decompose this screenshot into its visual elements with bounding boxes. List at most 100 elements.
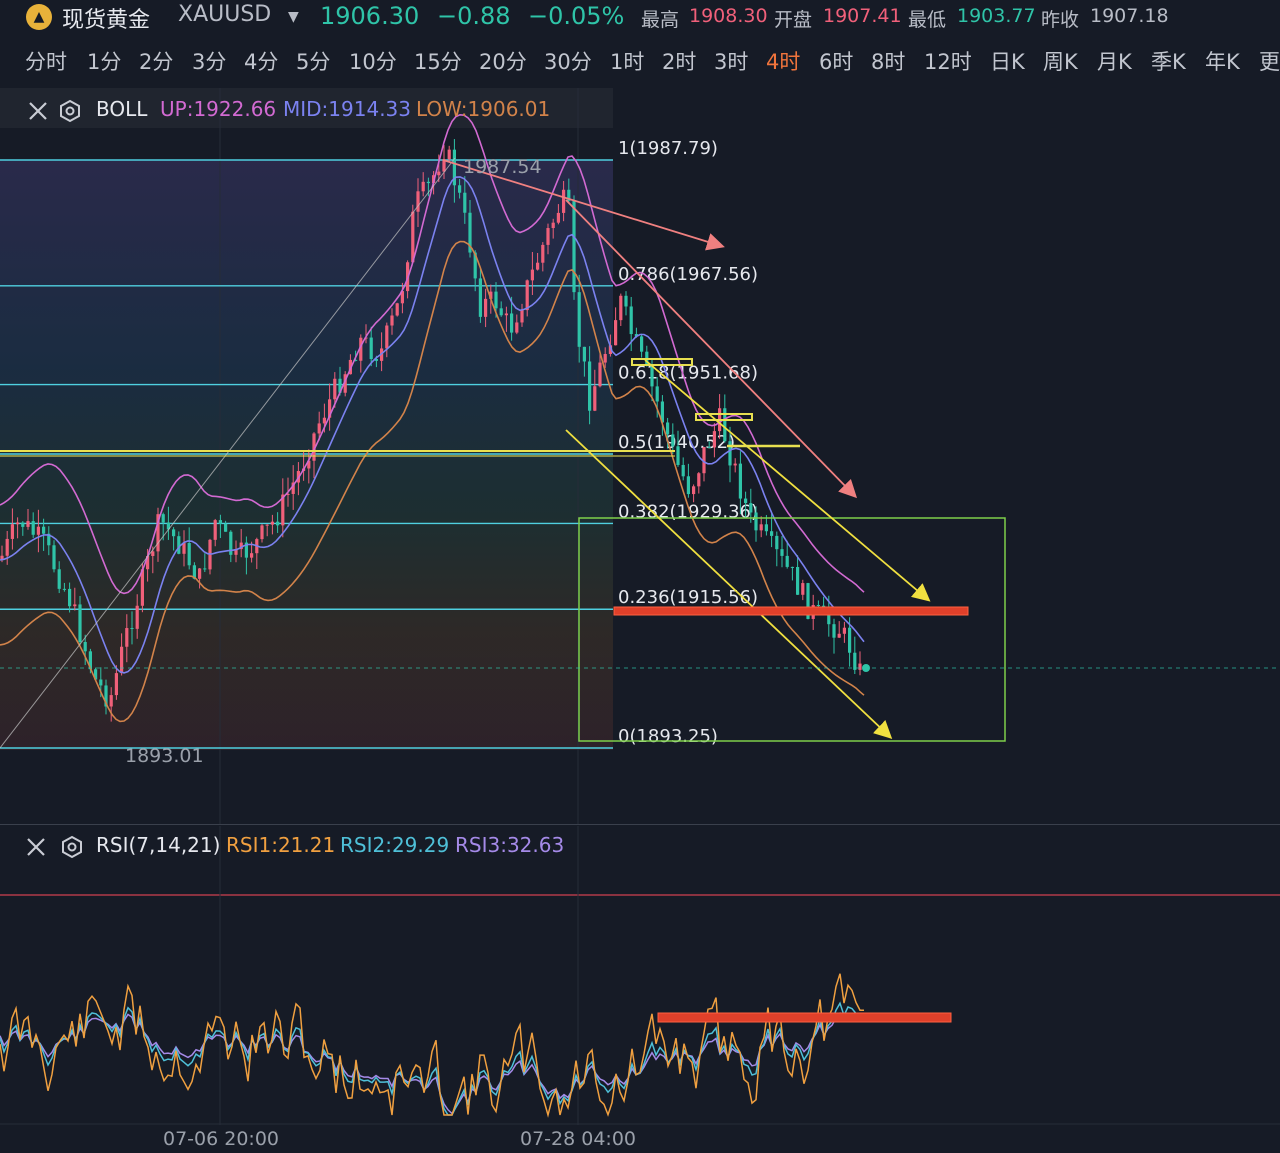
candle-body xyxy=(333,378,337,400)
candlestick-chart[interactable]: 1(1987.79)0.786(1967.56)0.618(1951.68)0.… xyxy=(0,88,1280,825)
candle-body xyxy=(759,524,763,531)
close-icon[interactable] xyxy=(24,835,48,859)
tab-day[interactable]: 日K xyxy=(990,46,1025,76)
candle-body xyxy=(390,315,394,326)
instrument-name[interactable]: 现货黄金 xyxy=(62,2,150,34)
tab-2h[interactable]: 2时 xyxy=(662,46,696,76)
settings-icon[interactable] xyxy=(60,835,84,859)
candle-body xyxy=(733,463,737,466)
chevron-down-icon[interactable]: ▼ xyxy=(288,9,299,25)
open-value: 1907.41 xyxy=(823,5,902,27)
candle-body xyxy=(853,652,857,670)
low-price-mark: 1893.01 xyxy=(125,745,204,767)
candle-body xyxy=(780,549,784,556)
tab-12h[interactable]: 12时 xyxy=(924,46,972,76)
last-price: 1906.30 xyxy=(320,2,420,30)
candle-body xyxy=(541,244,545,263)
candle-body xyxy=(546,228,550,245)
candle-body xyxy=(5,538,9,556)
candle-body xyxy=(676,446,680,465)
candle-body xyxy=(260,525,264,540)
candle-body xyxy=(52,545,56,570)
tab-15m[interactable]: 15分 xyxy=(414,46,462,76)
candle-body xyxy=(764,524,768,532)
tab-3m[interactable]: 3分 xyxy=(192,46,226,76)
tab-quarter[interactable]: 季K xyxy=(1151,46,1186,76)
candle-body xyxy=(276,521,280,526)
yellow-arrow xyxy=(565,429,893,739)
tab-3h[interactable]: 3时 xyxy=(714,46,748,76)
tab-8h[interactable]: 8时 xyxy=(871,46,905,76)
rsi2-value: RSI2:29.29 xyxy=(340,833,450,857)
candle-body xyxy=(577,292,581,347)
candle-body xyxy=(458,185,462,193)
candle-body xyxy=(385,325,389,349)
tab-more[interactable]: 更 xyxy=(1259,46,1280,76)
candle-body xyxy=(562,189,566,213)
candle-body xyxy=(593,386,597,411)
candle-body xyxy=(161,514,165,523)
candle-body xyxy=(686,476,690,495)
tab-month[interactable]: 月K xyxy=(1097,46,1132,76)
boll-legend: BOLL UP:1922.66 MID:1914.33 LOW:1906.01 xyxy=(0,92,613,128)
candle-body xyxy=(754,512,758,531)
candle-body xyxy=(421,181,425,192)
tab-4h[interactable]: 4时 xyxy=(766,46,800,76)
candle-body xyxy=(837,633,841,638)
tab-1h[interactable]: 1时 xyxy=(610,46,644,76)
candle-body xyxy=(10,524,14,539)
candle-body xyxy=(229,531,233,555)
low-label: 最低 xyxy=(908,9,947,31)
candle-body xyxy=(842,627,846,634)
candle-body xyxy=(697,473,701,487)
candle-body xyxy=(504,313,508,316)
candle-body xyxy=(499,308,503,316)
candle-body xyxy=(832,624,836,638)
tab-10m[interactable]: 10分 xyxy=(349,46,397,76)
tab-4m[interactable]: 4分 xyxy=(244,46,278,76)
tab-5m[interactable]: 5分 xyxy=(296,46,330,76)
tab-1m[interactable]: 1分 xyxy=(87,46,121,76)
prev-close-label: 昨收 xyxy=(1041,9,1080,31)
tab-timeshare[interactable]: 分时 xyxy=(25,46,67,76)
candle-body xyxy=(250,553,254,558)
candle-body xyxy=(270,521,274,525)
quote-header: ▲ 现货黄金 XAUUSD ▼ 1906.30 −0.88 −0.05% 最高 … xyxy=(0,0,1280,34)
tab-6h[interactable]: 6时 xyxy=(819,46,853,76)
rsi-title: RSI(7,14,21) xyxy=(96,833,221,857)
candle-body xyxy=(187,543,191,566)
candle-body xyxy=(770,531,774,536)
settings-icon[interactable] xyxy=(58,99,82,123)
tab-week[interactable]: 周K xyxy=(1043,46,1078,76)
instrument-symbol[interactable]: XAUUSD xyxy=(178,2,271,27)
time-label: 07-28 04:00 xyxy=(520,1128,637,1150)
candle-body xyxy=(588,361,592,411)
rsi1-value: RSI1:21.21 xyxy=(226,833,336,857)
candle-body xyxy=(603,353,607,363)
candle-body xyxy=(26,521,30,527)
tab-year[interactable]: 年K xyxy=(1205,46,1240,76)
candle-body xyxy=(801,583,805,595)
close-icon[interactable] xyxy=(26,99,50,123)
tab-20m[interactable]: 20分 xyxy=(479,46,527,76)
rsi-chart[interactable] xyxy=(0,826,1280,1126)
candle-body xyxy=(712,431,716,448)
candle-body xyxy=(36,526,40,535)
candle-body xyxy=(556,212,560,223)
candle-body xyxy=(203,568,207,570)
boll-low-value: LOW:1906.01 xyxy=(416,97,551,121)
candle-body xyxy=(478,278,482,317)
candle-body xyxy=(62,588,66,590)
candle-body xyxy=(629,306,633,335)
candle-body xyxy=(114,673,118,696)
candle-body xyxy=(785,555,789,567)
gold-coin-icon: ▲ xyxy=(26,4,52,30)
candle-body xyxy=(130,628,134,630)
tab-2m[interactable]: 2分 xyxy=(139,46,173,76)
tab-30m[interactable]: 30分 xyxy=(544,46,592,76)
candle-body xyxy=(707,447,711,449)
candle-body xyxy=(640,336,644,352)
candle-body xyxy=(692,486,696,495)
candle-body xyxy=(78,604,82,642)
candle-body xyxy=(16,522,20,525)
